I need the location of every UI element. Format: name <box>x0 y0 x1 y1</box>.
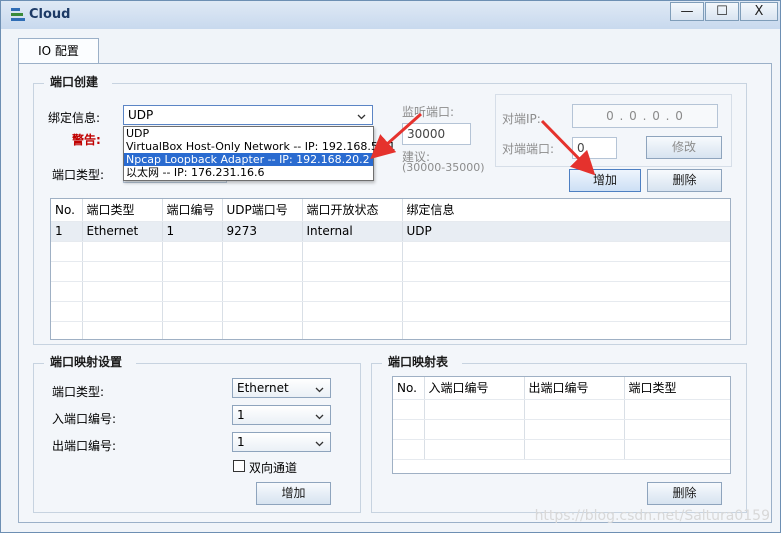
table-row[interactable]: 1 Ethernet 1 9273 Internal UDP <box>51 221 730 242</box>
bind-info-value: UDP <box>128 108 154 122</box>
bind-info-label: 绑定信息: <box>48 111 101 125</box>
warning-label: 警告: <box>72 133 101 147</box>
bind-info-select[interactable]: UDP <box>123 105 373 125</box>
minimize-button[interactable]: — <box>670 2 704 21</box>
listen-port-label: 监听端口: <box>402 105 455 119</box>
map-col-header-in-port[interactable]: 入端口编号 <box>424 377 525 400</box>
maximize-button[interactable]: ☐ <box>705 2 739 21</box>
port-create-title: 端口创建 <box>44 73 113 90</box>
add-port-button[interactable]: 增加 <box>569 169 641 192</box>
bidirectional-checkbox[interactable] <box>233 460 245 472</box>
watermark-text: https://blog.csdn.net/Saltura0159 <box>534 508 770 524</box>
dropdown-option-npcap-loopback[interactable]: Npcap Loopback Adapter -- IP: 192.168.20… <box>124 153 373 166</box>
dropdown-option-udp[interactable]: UDP <box>124 127 373 140</box>
dropdown-option-ethernet[interactable]: 以太网 -- IP: 176.231.16.6 <box>124 166 373 179</box>
chevron-down-icon <box>315 441 324 447</box>
maximize-icon: ☐ <box>716 4 728 19</box>
add-mapping-button[interactable]: 增加 <box>256 482 331 505</box>
chevron-down-icon <box>357 114 366 120</box>
cell-no: 1 <box>51 221 83 242</box>
map-port-type-select[interactable]: Ethernet <box>232 378 331 398</box>
close-button[interactable]: X <box>740 2 778 21</box>
table-row-empty <box>51 241 730 262</box>
table-row-empty <box>393 419 730 440</box>
map-port-type-value: Ethernet <box>237 381 289 395</box>
peer-ip-input[interactable]: 0 . 0 . 0 . 0 <box>572 104 718 128</box>
window-title: Cloud <box>29 7 71 22</box>
cloud-app-icon <box>11 8 25 21</box>
close-icon: X <box>754 4 764 19</box>
chevron-down-icon <box>315 414 324 420</box>
col-header-no[interactable]: No. <box>51 199 83 222</box>
map-col-header-out-port[interactable]: 出端口编号 <box>524 377 625 400</box>
port-mapping-table-title: 端口映射表 <box>382 353 463 370</box>
in-port-value: 1 <box>237 408 245 422</box>
peer-ip-label: 对端IP: <box>502 112 541 126</box>
out-port-select[interactable]: 1 <box>232 432 331 452</box>
port-mapping-table: No. 入端口编号 出端口编号 端口类型 <box>392 376 731 474</box>
dropdown-option-virtualbox[interactable]: VirtualBox Host-Only Network -- IP: 192.… <box>124 140 395 153</box>
port-type-label: 端口类型: <box>52 168 105 182</box>
map-port-type-label: 端口类型: <box>52 385 105 399</box>
table-row-empty <box>393 439 730 460</box>
cell-port-number: 1 <box>162 221 223 242</box>
cell-open-status: Internal <box>302 221 403 242</box>
col-header-bind-info[interactable]: 绑定信息 <box>402 199 730 222</box>
table-row-empty <box>51 321 730 339</box>
title-bar: Cloud — ☐ X <box>1 1 780 29</box>
bind-info-dropdown-list: UDP VirtualBox Host-Only Network -- IP: … <box>123 126 395 181</box>
suggest-range: (30000-35000) <box>402 161 485 174</box>
table-row-empty <box>393 399 730 420</box>
bidirectional-label: 双向通道 <box>249 461 298 475</box>
in-port-label: 入端口编号: <box>52 412 117 426</box>
delete-port-button[interactable]: 删除 <box>647 169 722 192</box>
out-port-value: 1 <box>237 435 245 449</box>
cell-bind-info: UDP <box>402 221 730 242</box>
peer-port-label: 对端端口: <box>502 142 555 156</box>
peer-port-input[interactable]: 0 <box>572 137 617 159</box>
col-header-port-type[interactable]: 端口类型 <box>82 199 163 222</box>
chevron-down-icon <box>315 387 324 393</box>
minimize-icon: — <box>680 4 694 19</box>
delete-mapping-button[interactable]: 删除 <box>647 482 722 505</box>
map-col-header-port-type[interactable]: 端口类型 <box>624 377 730 400</box>
modify-button[interactable]: 修改 <box>646 136 722 159</box>
cell-udp-port: 9273 <box>222 221 303 242</box>
tab-io-config[interactable]: IO 配置 <box>18 38 99 64</box>
port-mapping-settings-title: 端口映射设置 <box>44 353 137 370</box>
table-row-empty <box>51 281 730 302</box>
cell-port-type: Ethernet <box>82 221 163 242</box>
table-row-empty <box>51 301 730 322</box>
map-col-header-no[interactable]: No. <box>393 377 425 400</box>
col-header-udp-port[interactable]: UDP端口号 <box>222 199 303 222</box>
in-port-select[interactable]: 1 <box>232 405 331 425</box>
table-row-empty <box>51 261 730 282</box>
col-header-port-number[interactable]: 端口编号 <box>162 199 223 222</box>
port-table: No. 端口类型 端口编号 UDP端口号 端口开放状态 绑定信息 1 Ether… <box>50 198 731 340</box>
out-port-label: 出端口编号: <box>52 439 117 453</box>
cloud-window: Cloud — ☐ X IO 配置 端口创建 端口映射设置 端口映射表 绑定信息… <box>0 0 781 533</box>
col-header-open-status[interactable]: 端口开放状态 <box>302 199 403 222</box>
listen-port-input[interactable]: 30000 <box>402 123 471 145</box>
